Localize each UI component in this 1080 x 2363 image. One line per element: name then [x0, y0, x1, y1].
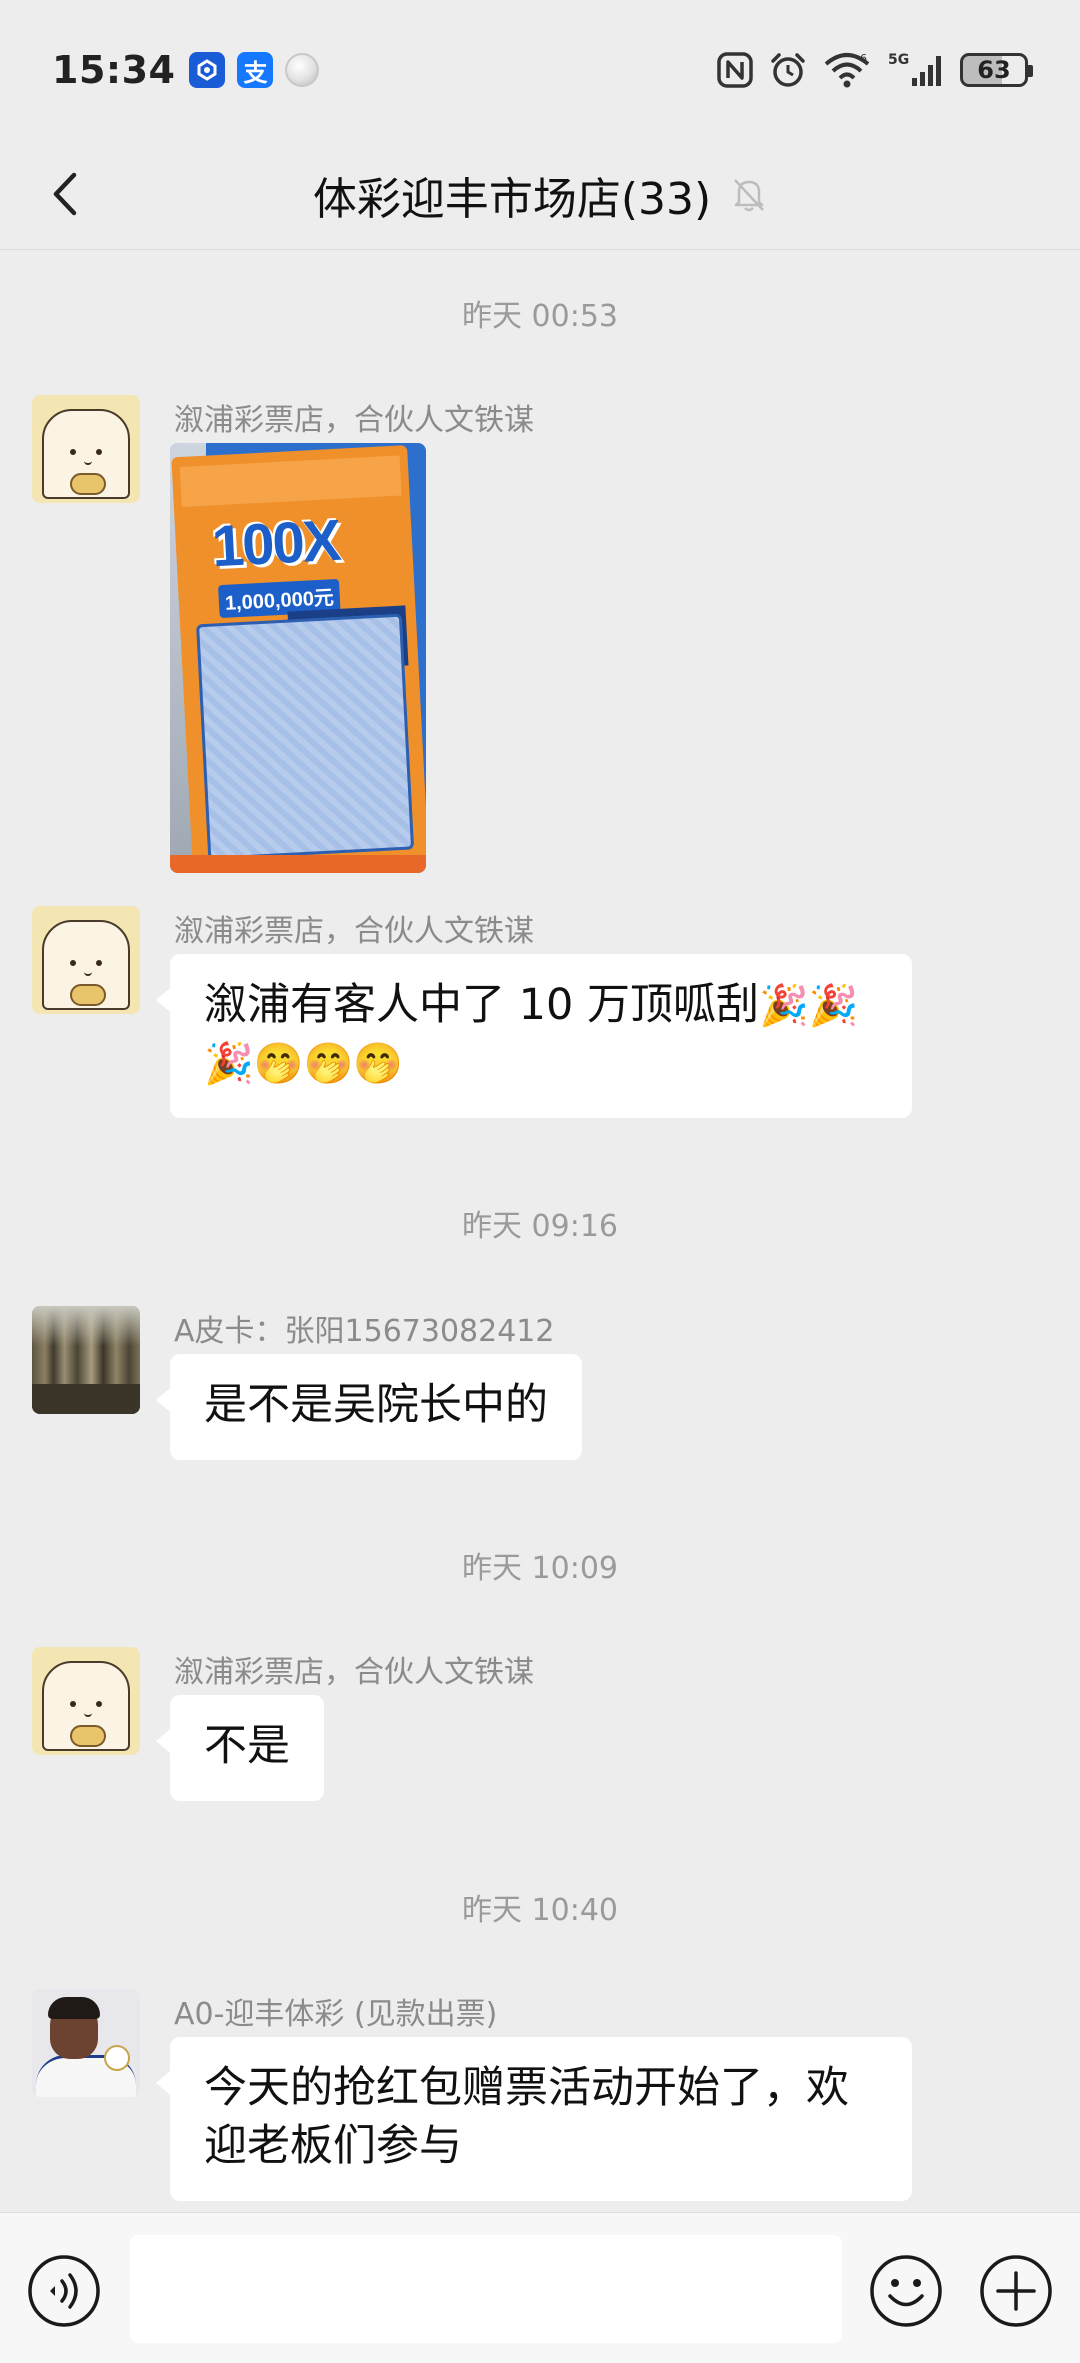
- message-text: 不是: [204, 1721, 290, 1771]
- moon-app-icon: [285, 53, 320, 87]
- system-icons: 6 5G 63: [716, 0, 1033, 140]
- emoji-row: 🎉🤭🤭🤭: [204, 1041, 404, 1087]
- bell-muted-icon: [731, 176, 767, 214]
- message-image: 溆浦彩票店，合伙人文铁谋 100X 1,000,000元: [0, 395, 1080, 873]
- alarm-icon: [768, 50, 808, 90]
- wifi-icon: 6: [822, 50, 872, 90]
- chat-messages[interactable]: 昨天 00:53 溆浦彩票店，合伙人文铁谋 100X 1,000,000元 溆浦…: [0, 251, 1080, 2211]
- sender-name: A0-迎丰体彩 (见款出票): [174, 1997, 498, 2032]
- voice-button[interactable]: [26, 2253, 102, 2329]
- plus-icon: [980, 2255, 1052, 2327]
- chat-header: 体彩迎丰市场店(33): [0, 140, 1080, 250]
- timestamp: 昨天 10:09: [462, 1551, 618, 1586]
- message-text-line: 今天的抢红包赠票活动开始了，欢: [204, 2063, 849, 2113]
- more-button[interactable]: [978, 2253, 1054, 2329]
- message-bubble[interactable]: 今天的抢红包赠票活动开始了，欢 迎老板们参与: [156, 2037, 912, 2201]
- timestamp: 昨天 10:40: [462, 1893, 618, 1928]
- chat-title[interactable]: 体彩迎丰市场店(33): [313, 163, 711, 227]
- lottery-ticket-image[interactable]: 100X 1,000,000元: [170, 443, 426, 873]
- signal-icon: 5G: [886, 50, 946, 90]
- svg-text:6: 6: [860, 52, 867, 65]
- notification-icons: 支: [189, 52, 320, 88]
- message-text: 溆浦彩票店，合伙人文铁谋 不是: [0, 1647, 1080, 1801]
- avatar[interactable]: [32, 1989, 140, 2097]
- avatar[interactable]: [32, 395, 140, 503]
- party-emoji: 🎉🎉: [759, 983, 859, 1029]
- avatar[interactable]: [32, 1306, 140, 1414]
- message-input[interactable]: [130, 2235, 842, 2343]
- chevron-left-icon: [53, 172, 77, 216]
- sender-name: A皮卡：张阳15673082412: [174, 1314, 555, 1349]
- message-bubble[interactable]: 溆浦有客人中了 10 万顶呱刮🎉🎉 🎉🤭🤭🤭: [156, 954, 912, 1118]
- emoji-button[interactable]: [868, 2253, 944, 2329]
- timestamp: 昨天 00:53: [462, 299, 618, 334]
- input-bar: [0, 2212, 1080, 2363]
- message-text: 溆浦有客人中了 10 万顶呱刮: [204, 980, 760, 1030]
- message-bubble[interactable]: 是不是吴院长中的: [156, 1354, 582, 1460]
- timestamp: 昨天 09:16: [462, 1209, 618, 1244]
- bread-face: [42, 1661, 130, 1751]
- c-app-icon: [189, 52, 226, 88]
- alipay-icon: 支: [237, 52, 274, 88]
- status-time: 15:34: [52, 48, 176, 92]
- back-button[interactable]: [36, 164, 96, 224]
- sender-name: 溆浦彩票店，合伙人文铁谋: [174, 403, 534, 438]
- bread-face: [42, 409, 130, 499]
- ticket-headline: 100X: [210, 507, 342, 580]
- message-bubble[interactable]: 不是: [156, 1695, 324, 1801]
- sender-name: 溆浦彩票店，合伙人文铁谋: [174, 1655, 534, 1690]
- emoji-icon: [870, 2255, 942, 2327]
- message-text-line: 迎老板们参与: [204, 2121, 462, 2171]
- nfc-icon: [716, 51, 754, 89]
- message-text: 是不是吴院长中的: [204, 1380, 548, 1430]
- avatar[interactable]: [32, 906, 140, 1014]
- bread-face: [42, 920, 130, 1010]
- network-label: 5G: [888, 52, 909, 68]
- battery-icon: 63: [960, 53, 1033, 87]
- message-text: 溆浦彩票店，合伙人文铁谋 溆浦有客人中了 10 万顶呱刮🎉🎉 🎉🤭🤭🤭: [0, 906, 1080, 1118]
- avatar[interactable]: [32, 1647, 140, 1755]
- sender-name: 溆浦彩票店，合伙人文铁谋: [174, 914, 534, 949]
- status-bar: 15:34 支 6 5G 63: [0, 0, 1080, 140]
- voice-icon: [28, 2255, 100, 2327]
